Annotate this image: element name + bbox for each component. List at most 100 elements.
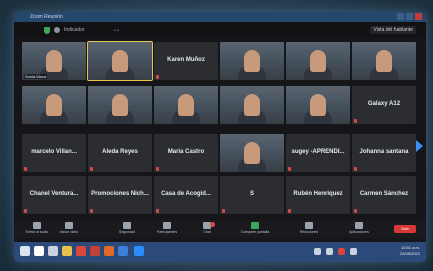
chat-badge	[210, 222, 215, 227]
participant-name: Karen Muñoz	[167, 57, 205, 63]
participant-tile[interactable]: Casa de Acogid...	[154, 176, 218, 214]
participant-name: Rubén Henriquez	[293, 191, 343, 197]
reactions-icon	[305, 222, 313, 229]
muted-mic-icon	[288, 167, 291, 171]
window-title: Zoom Reunión	[30, 14, 63, 20]
file-explorer-icon[interactable]	[62, 246, 72, 256]
muted-mic-icon	[222, 209, 225, 213]
participant-tile[interactable]	[88, 86, 152, 124]
network-icon[interactable]	[314, 248, 321, 255]
muted-mic-icon	[90, 209, 93, 213]
leave-button[interactable]: Salir	[394, 225, 416, 233]
toolbar-reactions-button[interactable]: Reacciones	[294, 222, 324, 234]
zoom-icon[interactable]	[134, 246, 144, 256]
tray-date: 22/09/2022	[399, 251, 420, 256]
participant-tile[interactable]: Carmen Sánchez	[352, 176, 416, 214]
language-icon[interactable]	[350, 248, 357, 255]
toolbar-video-camera-button[interactable]: Iniciar video	[54, 222, 84, 234]
participant-tile[interactable]: Sonia Maca	[22, 42, 86, 80]
participant-tile[interactable]: Maria Castro	[154, 134, 218, 172]
notification-icon[interactable]	[338, 248, 345, 255]
participant-tile[interactable]	[286, 86, 350, 124]
participant-name: S	[249, 191, 254, 197]
participant-name: Carmen Sánchez	[359, 191, 409, 197]
search-icon[interactable]	[34, 246, 44, 256]
participant-tile[interactable]: Karen Muñoz	[154, 42, 218, 80]
shield-icon[interactable]	[44, 27, 50, 34]
participant-name: Johanna santana	[359, 149, 409, 155]
participant-tile[interactable]	[220, 134, 284, 172]
participant-name: Galaxy A12	[367, 101, 401, 107]
participant-tile[interactable]	[352, 42, 416, 80]
toolbar-label: Seguridad	[119, 230, 135, 234]
task-view-icon[interactable]	[48, 246, 58, 256]
muted-mic-icon	[156, 167, 159, 171]
muted-mic-icon	[354, 119, 357, 123]
toolbar-chat-button[interactable]: Chat	[192, 222, 222, 234]
toolbar-label: Compartir pantalla	[240, 230, 270, 234]
minimize-icon[interactable]	[397, 13, 404, 20]
participant-tile[interactable]: Galaxy A12	[352, 86, 416, 124]
shield-icon	[123, 222, 131, 229]
volume-icon[interactable]	[326, 248, 333, 255]
person-head	[244, 94, 260, 116]
muted-mic-icon	[24, 209, 27, 213]
participant-tile[interactable]	[220, 42, 284, 80]
toolbar-label: Chat	[203, 230, 211, 234]
toolbar-label: Aplicaciones	[349, 230, 369, 234]
participant-tile[interactable]	[220, 86, 284, 124]
microphone-icon	[33, 222, 41, 229]
participant-name: Aleda Reyes	[102, 149, 138, 155]
participant-tile[interactable]	[286, 42, 350, 80]
muted-mic-icon	[90, 167, 93, 171]
participant-tile[interactable]: Johanna santana	[352, 134, 416, 172]
participant-name: Sonia Maca	[24, 74, 48, 79]
video-camera-icon	[65, 222, 73, 229]
app-icon[interactable]	[118, 246, 128, 256]
media-icon[interactable]	[104, 246, 114, 256]
next-page-arrow-icon[interactable]	[416, 140, 423, 152]
person-head	[178, 94, 194, 116]
toolbar-label: Participantes	[156, 230, 178, 234]
participant-name: Maria Castro	[167, 149, 205, 155]
toolbar-participants-button[interactable]: Participantes	[152, 222, 182, 234]
person-head	[244, 50, 260, 72]
toolbar-share-screen-button[interactable]: Compartir pantalla	[240, 222, 270, 234]
apps-icon	[355, 222, 363, 229]
meeting-label: Indicador	[64, 27, 85, 33]
person-head	[376, 50, 392, 72]
maximize-icon[interactable]	[406, 13, 413, 20]
participant-tile[interactable]: Chanel Ventura...	[22, 176, 86, 214]
participant-tile[interactable]: Rubén Henriquez	[286, 176, 350, 214]
start-menu-icon[interactable]	[20, 246, 30, 256]
participant-tile[interactable]	[154, 86, 218, 124]
participant-name: Promociones Nich...	[91, 191, 149, 197]
view-toggle-button[interactable]: Vista del hablante	[370, 26, 416, 34]
toolbar-apps-button[interactable]: Aplicaciones	[344, 222, 374, 234]
toolbar-shield-button[interactable]: Seguridad	[112, 222, 142, 234]
participant-tile[interactable]	[87, 41, 153, 81]
toolbar-label: Reacciones	[299, 230, 319, 234]
info-icon[interactable]	[54, 27, 60, 33]
muted-mic-icon	[156, 75, 159, 79]
windows-taskbar: 10:51 a.m. 22/09/2022	[14, 242, 426, 262]
meeting-topbar: Indicador • • Vista del hablante	[14, 22, 426, 38]
office-icon[interactable]	[90, 246, 100, 256]
toolbar-microphone-button[interactable]: Entrar al audio	[22, 222, 52, 234]
participant-name: marcelo Villan...	[31, 149, 77, 155]
person-head	[310, 50, 326, 72]
participant-tile[interactable]: Aleda Reyes	[88, 134, 152, 172]
participant-tile[interactable]: sugey -APRENDI...	[286, 134, 350, 172]
toolbar-label: Iniciar video	[59, 230, 79, 234]
meeting-toolbar: Salir Entrar al audio Iniciar video Seguri…	[14, 220, 426, 238]
muted-mic-icon	[24, 167, 27, 171]
participant-tile[interactable]	[22, 86, 86, 124]
close-icon[interactable]	[415, 13, 422, 20]
participant-tile[interactable]: Promociones Nich...	[88, 176, 152, 214]
participant-tile[interactable]: marcelo Villan...	[22, 134, 86, 172]
system-tray-clock: 10:51 a.m. 22/09/2022	[400, 245, 420, 257]
toolbar-label: Entrar al audio	[25, 230, 49, 234]
more-dots-icon[interactable]: • •	[114, 28, 119, 34]
browser-icon[interactable]	[76, 246, 86, 256]
participant-tile[interactable]: S	[220, 176, 284, 214]
